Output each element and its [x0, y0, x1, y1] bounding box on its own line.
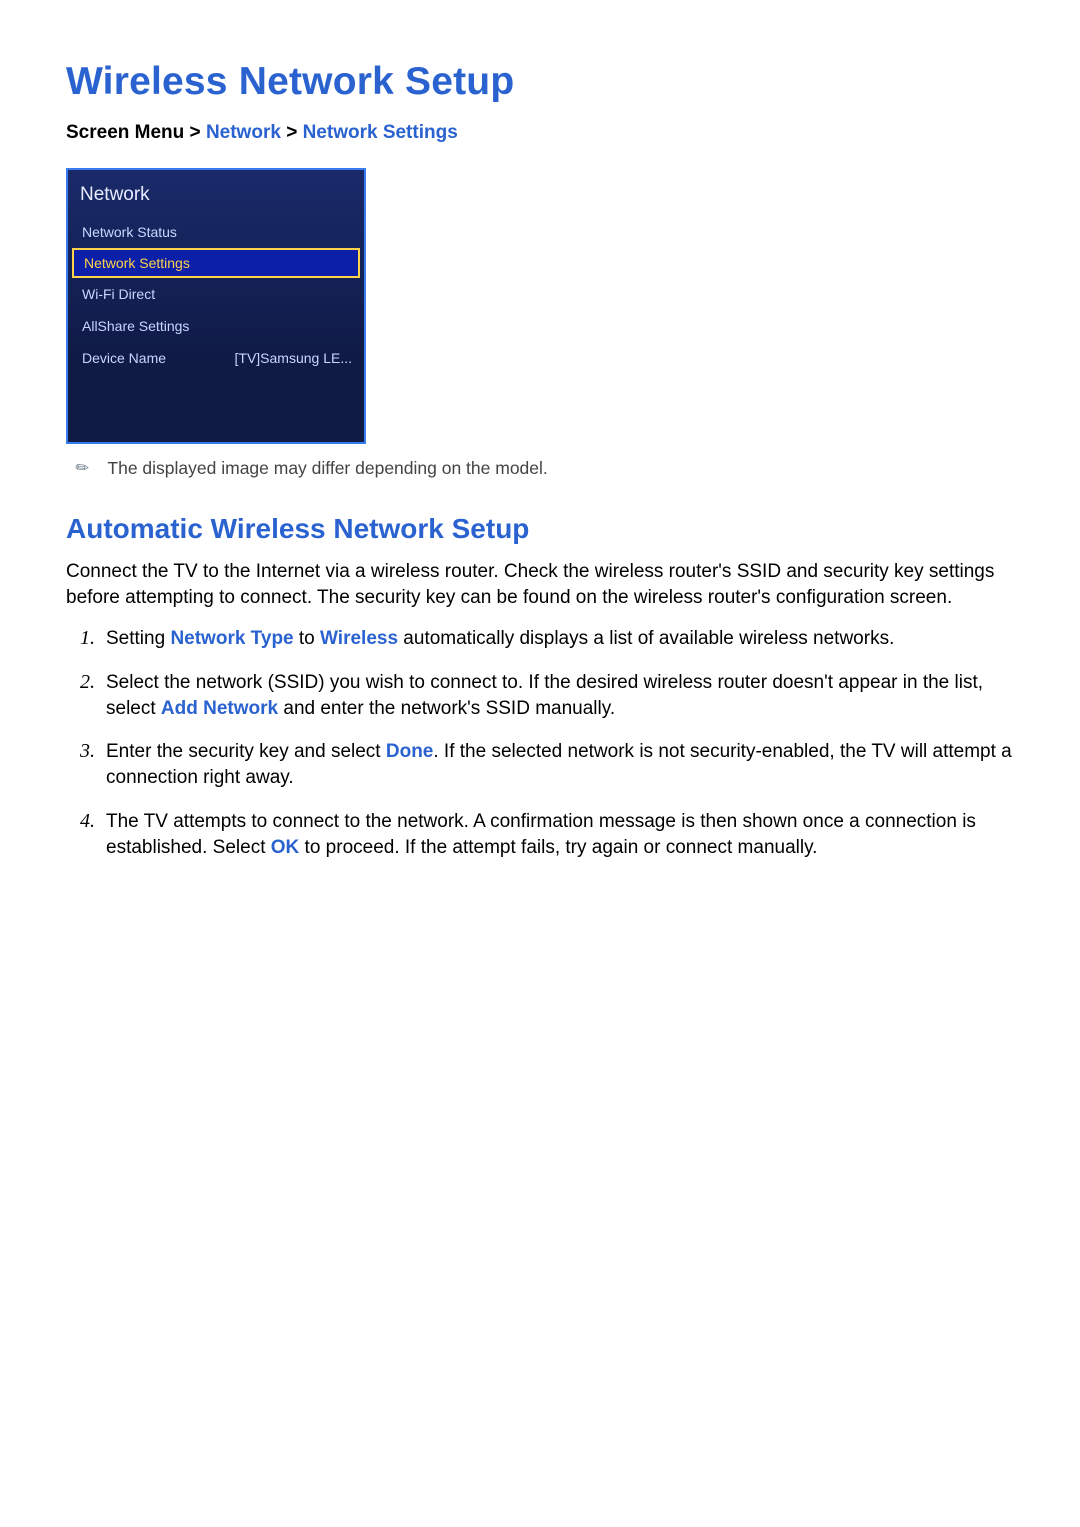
page-title: Wireless Network Setup — [66, 60, 1014, 104]
tv-menu-item-wifi-direct: Wi-Fi Direct — [68, 278, 364, 310]
step-3: Enter the security key and select Done. … — [100, 738, 1014, 791]
step-2: Select the network (SSID) you wish to co… — [100, 669, 1014, 722]
tv-menu-item-allshare-settings: AllShare Settings — [68, 310, 364, 342]
text: automatically displays a list of availab… — [398, 628, 894, 649]
text: to proceed. If the attempt fails, try ag… — [299, 837, 817, 858]
menu-item-label: Network Settings — [84, 255, 190, 271]
breadcrumb: Screen Menu > Network > Network Settings — [66, 122, 1014, 144]
section-title: Automatic Wireless Network Setup — [66, 513, 1014, 545]
intro-paragraph: Connect the TV to the Internet via a wir… — [66, 559, 1014, 611]
highlight-network-type: Network Type — [170, 628, 293, 649]
menu-item-value: [TV]Samsung LE... — [235, 350, 353, 366]
breadcrumb-sep-1: > — [190, 122, 201, 143]
menu-item-label: Device Name — [82, 350, 166, 366]
menu-item-label: AllShare Settings — [82, 318, 189, 334]
step-4: The TV attempts to connect to the networ… — [100, 808, 1014, 861]
note: ✎ The displayed image may differ dependi… — [76, 458, 1014, 479]
note-text: The displayed image may differ depending… — [107, 458, 547, 479]
steps-list: Setting Network Type to Wireless automat… — [66, 625, 1014, 861]
highlight-add-network: Add Network — [161, 698, 278, 719]
menu-item-label: Wi-Fi Direct — [82, 286, 155, 302]
menu-item-label: Network Status — [82, 224, 177, 240]
tv-menu-item-network-settings: Network Settings — [72, 248, 360, 278]
highlight-ok: OK — [271, 837, 300, 858]
breadcrumb-prefix: Screen Menu — [66, 122, 184, 143]
highlight-done: Done — [386, 741, 434, 762]
tv-menu-item-device-name: Device Name [TV]Samsung LE... — [68, 342, 364, 374]
pencil-icon: ✎ — [71, 456, 94, 480]
text: and enter the network's SSID manually. — [278, 698, 615, 719]
tv-menu-title: Network — [68, 170, 364, 216]
text: Setting — [106, 628, 170, 649]
text: Enter the security key and select — [106, 741, 386, 762]
step-1: Setting Network Type to Wireless automat… — [100, 625, 1014, 652]
document-page: Wireless Network Setup Screen Menu > Net… — [0, 0, 1080, 1527]
breadcrumb-network-settings: Network Settings — [303, 122, 458, 143]
highlight-wireless: Wireless — [320, 628, 398, 649]
text: to — [294, 628, 320, 649]
tv-menu-screenshot: Network Network Status Network Settings … — [66, 168, 366, 444]
breadcrumb-sep-2: > — [286, 122, 297, 143]
breadcrumb-network: Network — [206, 122, 281, 143]
tv-menu-item-network-status: Network Status — [68, 216, 364, 248]
